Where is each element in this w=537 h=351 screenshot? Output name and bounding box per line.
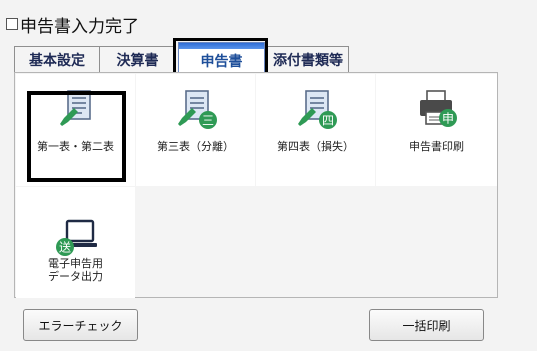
document-pen-icon: 三 [177, 90, 217, 129]
badge-text: 四 [321, 114, 333, 128]
tile-label-line: 電子申告用 [48, 257, 103, 270]
tile-label: 第一表・第二表 [37, 140, 114, 153]
tab-label: 申告書 [200, 54, 243, 70]
tile-print-return[interactable]: 申 申告書印刷 [376, 74, 497, 186]
active-tab-indicator [179, 43, 264, 49]
error-check-button[interactable]: エラーチェック [23, 309, 138, 341]
badge-text: 送 [58, 240, 70, 255]
tile-label: 第三表（分離） [157, 140, 234, 153]
tile-e-filing-export[interactable]: 送 電子申告用 データ出力 [16, 187, 135, 298]
printer-icon: 申 [419, 90, 457, 127]
tab-label: 基本設定 [29, 53, 85, 69]
document-pen-icon [59, 90, 91, 126]
completion-checkbox[interactable] [6, 18, 18, 30]
completion-checkbox-row[interactable]: 申告書入力完了 [6, 13, 139, 37]
tile-form-3[interactable]: 三 第三表（分離） [136, 74, 255, 186]
tab-attachments[interactable]: 添付書類等 [267, 46, 349, 73]
tile-label: 第四表（損失） [277, 140, 354, 153]
tile-form-1-2[interactable]: 第一表・第二表 [16, 74, 135, 186]
tab-basic-settings[interactable]: 基本設定 [14, 46, 100, 73]
tab-label: 決算書 [116, 53, 159, 69]
batch-print-button[interactable]: 一括印刷 [369, 309, 484, 341]
tile-label-line: データ出力 [48, 270, 103, 283]
tab-label: 添付書類等 [273, 53, 343, 69]
monitor-send-icon: 送 [55, 219, 97, 256]
tab-tax-return[interactable]: 申告書 [178, 42, 265, 73]
tile-label: 電子申告用 データ出力 [16, 257, 135, 283]
badge-text: 申 [441, 112, 453, 126]
form-tile-panel: 第一表・第二表 三 第三表（分離） 四 第四表（損失） 申 申告書印刷 送 電子… [14, 72, 498, 298]
tile-label: 申告書印刷 [409, 140, 464, 153]
tile-form-4[interactable]: 四 第四表（損失） [256, 74, 375, 186]
completion-checkbox-label: 申告書入力完了 [20, 16, 139, 37]
document-pen-icon: 四 [297, 90, 337, 129]
tab-financial-statements[interactable]: 決算書 [99, 46, 176, 73]
badge-text: 三 [201, 114, 213, 128]
